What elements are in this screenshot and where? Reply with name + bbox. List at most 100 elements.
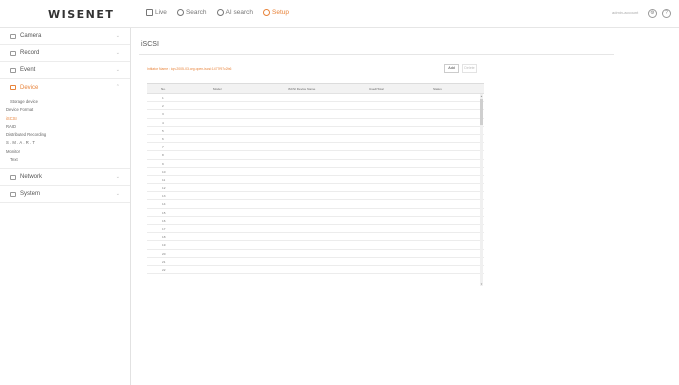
- sidebar-subitem-device-format[interactable]: Device Format: [0, 106, 130, 114]
- top-bar: WISENET Live Search AI search Setup admi…: [0, 0, 679, 28]
- chevron-down-icon: ⌄: [115, 67, 120, 73]
- sidebar-item-record[interactable]: Record ⌄: [0, 45, 130, 62]
- top-nav: Live Search AI search Setup: [146, 9, 289, 16]
- search-icon: [176, 9, 184, 16]
- table-row[interactable]: 1: [147, 94, 484, 103]
- col-no: No.: [161, 86, 166, 91]
- logo: WISENET: [48, 8, 115, 21]
- row-number: 11: [162, 177, 166, 182]
- row-number: 16: [162, 218, 166, 223]
- nav-search[interactable]: Search: [176, 9, 207, 16]
- sidebar: Camera ⌄ Record ⌄ Event ⌄ Device ⌃ Stora…: [0, 28, 131, 385]
- table-row[interactable]: 18: [147, 233, 484, 242]
- table-row[interactable]: 17: [147, 225, 484, 234]
- bell-icon: [10, 67, 16, 73]
- sidebar-item-camera[interactable]: Camera ⌄: [0, 28, 130, 45]
- row-number: 10: [162, 169, 166, 174]
- nav-setup[interactable]: Setup: [263, 9, 289, 16]
- table-row[interactable]: 11: [147, 176, 484, 185]
- nav-live[interactable]: Live: [146, 9, 167, 16]
- scroll-down-icon[interactable]: ▾: [480, 282, 483, 286]
- scrollbar-thumb[interactable]: [480, 99, 483, 125]
- main-content: iSCSI Initiator Name : iqn.2005-03.org.o…: [131, 28, 679, 385]
- delete-button[interactable]: Delete: [462, 64, 477, 73]
- chevron-down-icon: ⌄: [115, 50, 120, 56]
- table-row[interactable]: 15: [147, 209, 484, 217]
- table-row[interactable]: 14: [147, 200, 484, 209]
- col-model: Model: [213, 86, 222, 91]
- row-number: 18: [162, 235, 166, 240]
- monitor-icon: [146, 9, 153, 16]
- row-number: 9: [162, 161, 164, 166]
- sidebar-item-event[interactable]: Event ⌄: [0, 62, 130, 79]
- col-used-total: Used/Total: [369, 86, 384, 91]
- table-row[interactable]: 16: [147, 217, 484, 225]
- sidebar-item-label: System: [20, 191, 41, 198]
- sidebar-item-device[interactable]: Device ⌃: [0, 79, 130, 96]
- scroll-up-icon[interactable]: ▴: [480, 94, 483, 98]
- sidebar-item-system[interactable]: System ⌄: [0, 186, 130, 204]
- table-row[interactable]: 12: [147, 184, 484, 193]
- row-number: 1: [162, 96, 164, 100]
- page-title: iSCSI: [141, 41, 159, 48]
- table-row[interactable]: 4: [147, 119, 484, 127]
- nav-ai-search-label: AI search: [225, 9, 254, 16]
- sidebar-subitem-smart[interactable]: S.M.A.R.T: [0, 139, 130, 147]
- row-number: 14: [162, 202, 166, 207]
- table-row[interactable]: 7: [147, 143, 484, 152]
- sidebar-item-label: Event: [20, 67, 36, 73]
- table-row[interactable]: 8: [147, 151, 484, 160]
- col-status: Status: [433, 86, 442, 91]
- chevron-up-icon: ⌃: [115, 84, 120, 90]
- table-body: 1 2 3 4 5 6 7 8 9 10 11 12 13 14 15 16 17 18 19 20 21 22: [147, 94, 484, 275]
- table-row[interactable]: 10: [147, 168, 484, 176]
- sidebar-subitem-iscsi[interactable]: iSCSI: [0, 115, 130, 123]
- device-submenu: Storage device Device Format iSCSI RAID …: [0, 96, 130, 170]
- table-row[interactable]: 3: [147, 110, 484, 119]
- sidebar-subitem-text[interactable]: Text: [0, 156, 130, 164]
- chevron-down-icon: ⌄: [115, 174, 120, 181]
- row-number: 13: [162, 194, 166, 199]
- table-row[interactable]: 6: [147, 135, 484, 144]
- record-icon: [10, 50, 16, 56]
- divider: [139, 54, 614, 55]
- device-icon: [10, 85, 16, 90]
- table-row[interactable]: 22: [147, 266, 484, 275]
- table-row[interactable]: 21: [147, 258, 484, 266]
- sidebar-item-label: Device: [20, 84, 39, 91]
- sidebar-subitem-distributed-recording[interactable]: Distributed Recording: [0, 131, 130, 139]
- row-number: 21: [162, 259, 166, 264]
- sidebar-item-network[interactable]: Network ⌄: [0, 169, 130, 187]
- sidebar-subitem-raid[interactable]: RAID: [0, 123, 130, 131]
- help-icon[interactable]: ?: [662, 9, 671, 18]
- table-row[interactable]: 5: [147, 127, 484, 135]
- sidebar-item-label: Network: [20, 174, 43, 181]
- table-header: No. Model iSCSI Device Name Used/Total S…: [147, 84, 484, 94]
- table-row[interactable]: 2: [147, 102, 484, 111]
- nav-live-label: Live: [155, 9, 167, 16]
- network-icon: [10, 174, 16, 180]
- table-row[interactable]: 19: [147, 241, 484, 250]
- row-number: 7: [162, 145, 164, 150]
- table-row[interactable]: 13: [147, 192, 484, 201]
- table-row[interactable]: 9: [147, 160, 484, 168]
- user-name[interactable]: admin-account: [612, 10, 638, 15]
- sidebar-subitem-storage-device[interactable]: Storage device: [0, 98, 130, 106]
- add-button[interactable]: Add: [444, 64, 459, 73]
- sidebar-subitem-monitor[interactable]: Monitor: [0, 148, 130, 156]
- ai-search-icon: [216, 9, 224, 16]
- chevron-down-icon: ⌄: [115, 33, 120, 39]
- gear-icon: [263, 9, 271, 16]
- row-number: 19: [162, 243, 166, 248]
- row-number: 6: [162, 136, 164, 141]
- nav-setup-label: Setup: [272, 9, 290, 16]
- row-number: 4: [162, 120, 164, 125]
- nav-ai-search[interactable]: AI search: [216, 9, 254, 16]
- sidebar-item-label: Camera: [20, 33, 42, 39]
- system-icon: [10, 191, 16, 197]
- settings-icon[interactable]: ⚙: [648, 9, 657, 18]
- table-row[interactable]: 20: [147, 250, 484, 258]
- camera-icon: [10, 33, 16, 39]
- row-number: 17: [162, 227, 166, 231]
- row-number: 15: [162, 210, 166, 215]
